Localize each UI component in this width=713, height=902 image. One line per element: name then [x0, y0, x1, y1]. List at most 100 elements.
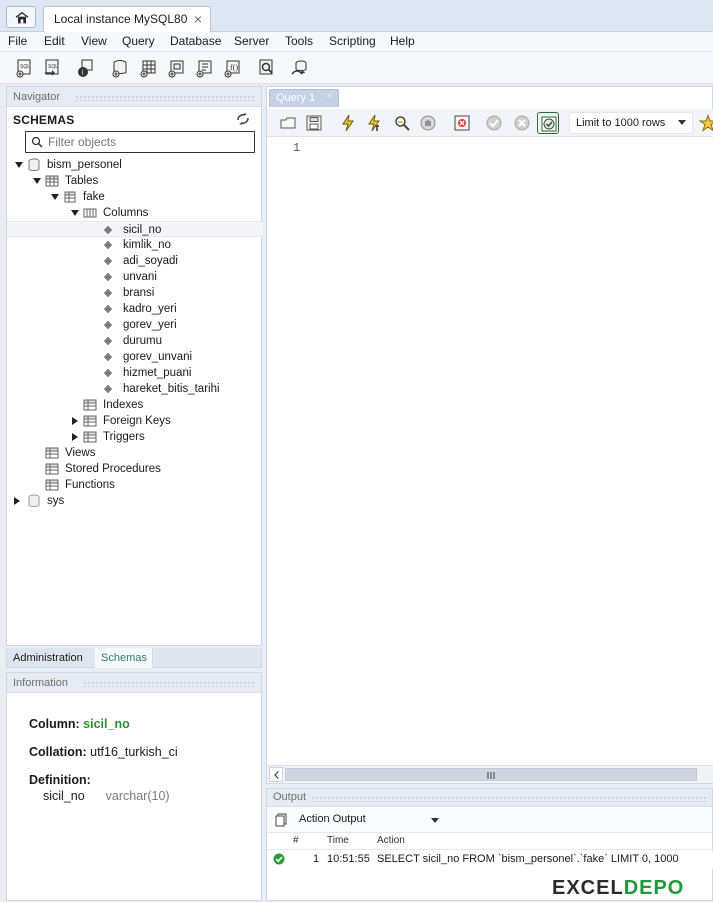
- indexes-icon: [83, 399, 97, 411]
- close-icon[interactable]: ×: [326, 91, 332, 102]
- chevron-down-icon[interactable]: [15, 161, 23, 169]
- autocommit-button[interactable]: [537, 112, 559, 134]
- search-icon: [31, 136, 43, 148]
- tree-node-column[interactable]: gorev_unvani: [7, 349, 263, 365]
- tree-node-column[interactable]: unvani: [7, 269, 263, 285]
- commit-button[interactable]: [483, 112, 505, 134]
- execute-current-button[interactable]: [363, 112, 385, 134]
- tree-node-schema[interactable]: bism_personel: [7, 157, 263, 173]
- menu-server[interactable]: Server: [234, 34, 269, 48]
- chevron-down-icon[interactable]: [33, 177, 41, 185]
- sql-editor[interactable]: 1: [267, 137, 713, 765]
- tab-schemas[interactable]: Schemas: [95, 648, 153, 668]
- menu-bar: File Edit View Query Database Server Too…: [0, 32, 713, 52]
- explain-button[interactable]: [391, 112, 413, 134]
- chevron-down-icon[interactable]: [51, 193, 59, 201]
- tree-node-column[interactable]: adi_soyadi: [7, 253, 263, 269]
- menu-file[interactable]: File: [8, 34, 27, 48]
- tree-node-indexes[interactable]: Indexes: [7, 397, 263, 413]
- definition-label-line: Definition:: [29, 773, 91, 787]
- menu-scripting[interactable]: Scripting: [329, 34, 376, 48]
- open-sql-script-button[interactable]: SQL: [40, 56, 64, 80]
- tree-node-foreign-keys[interactable]: Foreign Keys: [7, 413, 263, 429]
- tree-node-tables[interactable]: Tables: [7, 173, 263, 189]
- tree-node-triggers[interactable]: Triggers: [7, 429, 263, 445]
- tree-node-table-fake[interactable]: fake: [7, 189, 263, 205]
- menu-help[interactable]: Help: [390, 34, 415, 48]
- main-toolbar: SQL SQL i f(): [0, 52, 713, 84]
- tree-node-column[interactable]: hareket_bitis_tarihi: [7, 381, 263, 397]
- scroll-thumb[interactable]: [285, 768, 697, 781]
- tree-node-stored-procedures[interactable]: Stored Procedures: [7, 461, 263, 477]
- action-output-select[interactable]: Action Output: [293, 811, 443, 829]
- create-table-button[interactable]: [136, 56, 160, 80]
- menu-edit[interactable]: Edit: [44, 34, 65, 48]
- tree-node-column[interactable]: kimlik_no: [7, 237, 263, 253]
- database-icon: [28, 158, 40, 171]
- commit-icon: [486, 115, 502, 131]
- tab-administration[interactable]: Administration: [7, 648, 95, 668]
- column-label: Column:: [29, 717, 80, 731]
- table-row[interactable]: 1 10:51:55 SELECT sicil_no FROM `bism_pe…: [267, 851, 713, 869]
- toggle-stop-on-errors-button[interactable]: [451, 112, 473, 134]
- search-table-data-button[interactable]: [254, 56, 278, 80]
- output-title: Output: [273, 791, 307, 803]
- tree-node-functions[interactable]: Functions: [7, 477, 263, 493]
- tree-node-column[interactable]: durumu: [7, 333, 263, 349]
- create-function-button[interactable]: f(): [220, 56, 244, 80]
- chevron-right-icon[interactable]: [71, 417, 79, 425]
- tree-node-column[interactable]: hizmet_puani: [7, 365, 263, 381]
- menu-database[interactable]: Database: [170, 34, 221, 48]
- svg-text:SQL: SQL: [20, 64, 30, 70]
- close-icon[interactable]: ×: [194, 10, 202, 28]
- save-button[interactable]: [303, 112, 325, 134]
- chevron-right-icon[interactable]: [71, 433, 79, 441]
- tree-label: fake: [83, 191, 105, 203]
- create-procedure-button[interactable]: [192, 56, 216, 80]
- tree-node-schema-sys[interactable]: sys: [7, 493, 263, 509]
- rollback-button[interactable]: [511, 112, 533, 134]
- execute-button[interactable]: [337, 112, 359, 134]
- tree-node-columns[interactable]: Columns: [7, 205, 263, 221]
- top-tab-strip: Local instance MySQL80 ×: [0, 0, 713, 32]
- column-icon: [103, 304, 113, 314]
- sql-file-icon: SQL: [16, 59, 31, 78]
- tree-node-column[interactable]: bransi: [7, 285, 263, 301]
- menu-tools[interactable]: Tools: [285, 34, 313, 48]
- information-header: Information: [7, 673, 261, 693]
- chevron-down-icon[interactable]: [71, 209, 79, 217]
- col-header-time: Time: [327, 835, 349, 846]
- tree-label: Indexes: [103, 399, 144, 411]
- connection-tab[interactable]: Local instance MySQL80 ×: [43, 6, 211, 32]
- tree-node-views[interactable]: Views: [7, 445, 263, 461]
- tree-node-column[interactable]: gorev_yeri: [7, 317, 263, 333]
- schema-inspector-button[interactable]: i: [74, 56, 98, 80]
- home-button[interactable]: [6, 6, 36, 28]
- explain-magnifier-icon: [395, 116, 410, 131]
- lightning-cursor-icon: [368, 114, 380, 132]
- chevron-down-icon[interactable]: [431, 818, 439, 823]
- filter-objects-input[interactable]: [46, 134, 251, 150]
- reconnect-button[interactable]: [288, 56, 312, 80]
- chevron-right-icon[interactable]: [13, 497, 21, 505]
- new-sql-tab-button[interactable]: SQL: [12, 56, 36, 80]
- menu-view[interactable]: View: [81, 34, 107, 48]
- chevron-down-icon[interactable]: [678, 120, 686, 125]
- refresh-icon[interactable]: [235, 111, 251, 127]
- functions-icon: [45, 479, 59, 491]
- scroll-left-button[interactable]: [269, 767, 283, 782]
- tree-node-column[interactable]: sicil_no: [7, 221, 263, 237]
- create-schema-button[interactable]: [108, 56, 132, 80]
- query-tab[interactable]: Query 1 ×: [269, 89, 339, 107]
- tree-node-column[interactable]: kadro_yeri: [7, 301, 263, 317]
- filter-objects-field[interactable]: [25, 131, 255, 153]
- limit-rows-select[interactable]: Limit to 1000 rows: [569, 112, 693, 134]
- menu-query[interactable]: Query: [122, 34, 155, 48]
- stop-button[interactable]: [417, 112, 439, 134]
- create-view-button[interactable]: [164, 56, 188, 80]
- horizontal-scrollbar[interactable]: [267, 765, 713, 783]
- copy-icon[interactable]: [275, 813, 287, 827]
- tree-label: bism_personel: [47, 159, 122, 171]
- beautify-button[interactable]: [697, 112, 713, 134]
- open-button[interactable]: [277, 112, 299, 134]
